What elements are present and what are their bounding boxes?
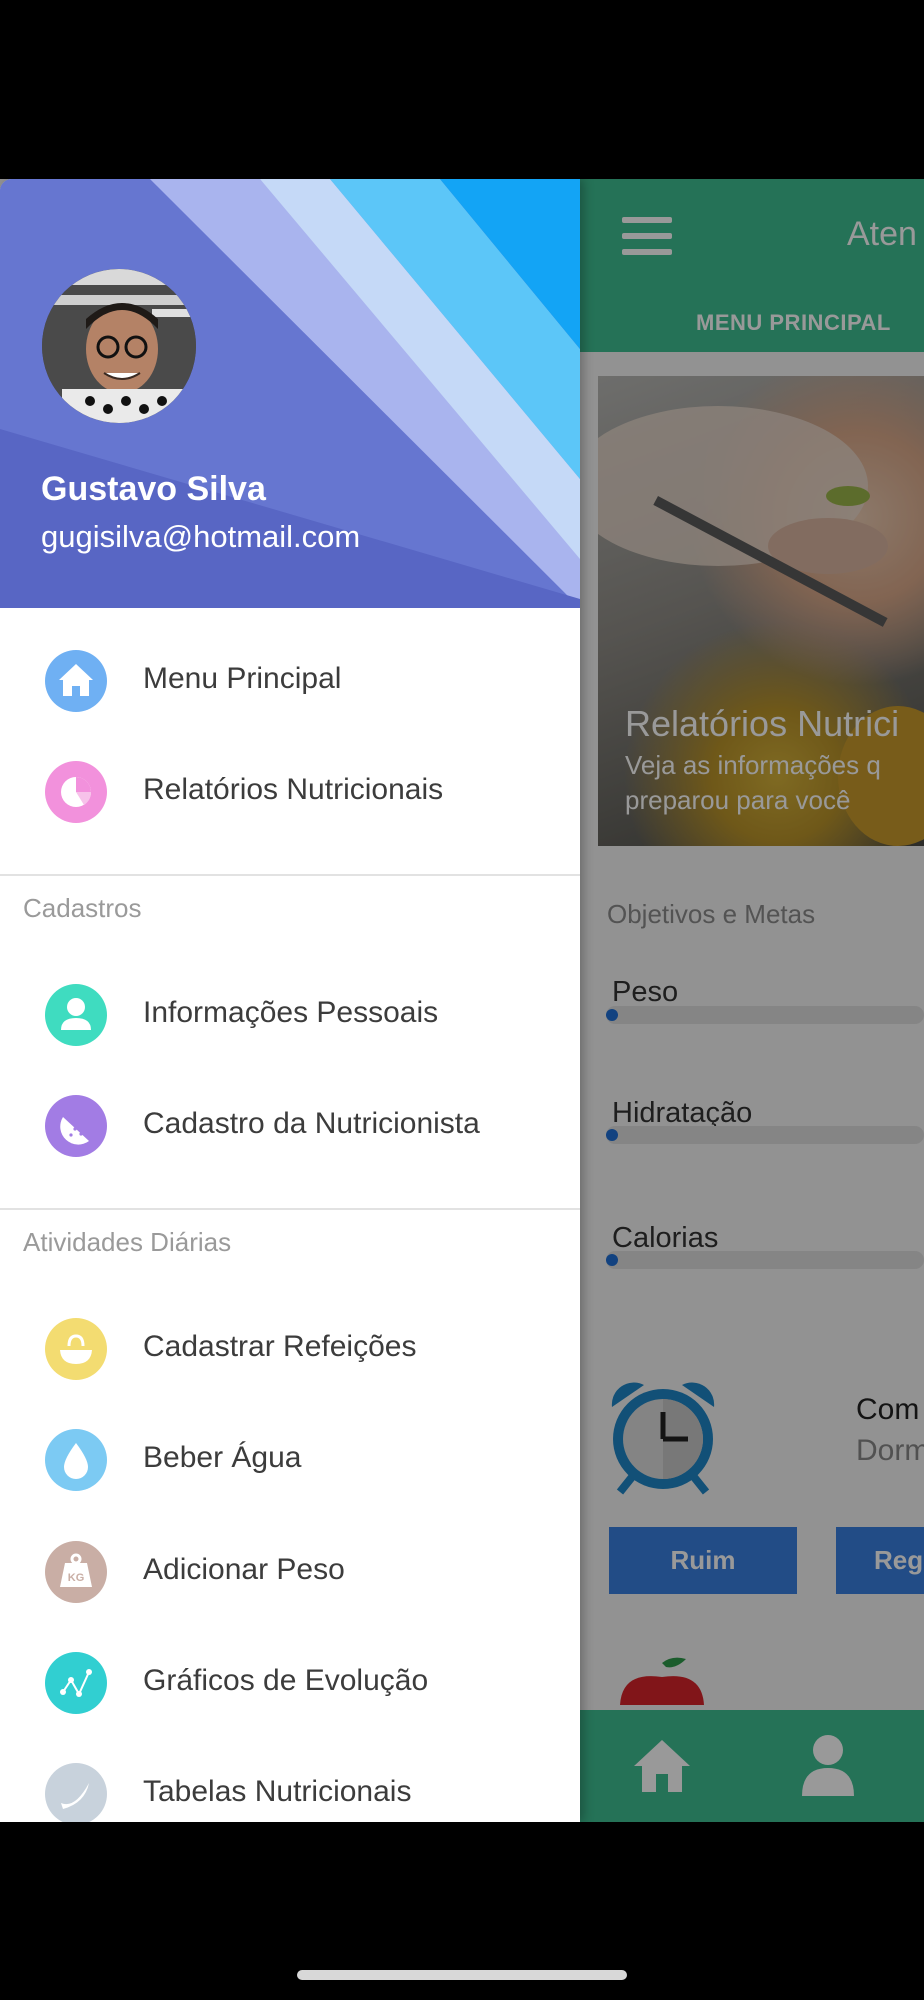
drawer-item-label: Tabelas Nutricionais	[143, 1775, 412, 1808]
section-header-atividades: Atividades Diárias	[23, 1227, 232, 1257]
app-screen: Aten MENU PRINCIPAL Relatórios Nutrici V…	[0, 179, 924, 1822]
home-icon	[45, 650, 107, 712]
drawer-item-graficos-evolucao[interactable]: Gráficos de Evolução	[0, 1638, 580, 1728]
drawer-item-label: Menu Principal	[143, 662, 342, 695]
svg-text:KG: KG	[68, 1572, 85, 1584]
section-header-cadastros: Cadastros	[23, 893, 142, 923]
avatar[interactable]	[42, 269, 196, 423]
drawer-item-label: Relatórios Nutricionais	[143, 773, 444, 806]
divider	[0, 874, 580, 876]
drawer-item-beber-agua[interactable]: Beber Água	[0, 1415, 580, 1505]
graph-nodes-icon	[45, 1652, 107, 1714]
drawer-item-relatorios[interactable]: Relatórios Nutricionais	[0, 747, 580, 837]
drawer-item-label: Cadastro da Nutricionista	[143, 1107, 480, 1140]
drawer-item-adicionar-peso[interactable]: KG Adicionar Peso	[0, 1527, 580, 1617]
drawer-item-label: Adicionar Peso	[143, 1553, 345, 1586]
watermelon-icon	[45, 1095, 107, 1157]
drawer-header: Gustavo Silva gugisilva@hotmail.com	[0, 179, 580, 608]
profile-name: Gustavo Silva	[41, 470, 266, 508]
profile-email: gugisilva@hotmail.com	[41, 519, 361, 554]
drawer-item-informacoes-pessoais[interactable]: Informações Pessoais	[0, 970, 580, 1060]
divider	[0, 1208, 580, 1210]
weight-kg-icon: KG	[45, 1541, 107, 1603]
drawer-item-label: Informações Pessoais	[143, 996, 439, 1029]
home-indicator[interactable]	[297, 1970, 627, 1980]
profile-photo-image	[42, 269, 196, 423]
drawer-item-label: Cadastrar Refeições	[143, 1330, 417, 1363]
bowl-icon	[45, 1318, 107, 1380]
drawer-item-cadastrar-refeicoes[interactable]: Cadastrar Refeições	[0, 1304, 580, 1394]
navigation-drawer: Gustavo Silva gugisilva@hotmail.com Menu…	[0, 179, 580, 1822]
drawer-item-menu-principal[interactable]: Menu Principal	[0, 636, 580, 726]
pie-chart-icon	[45, 761, 107, 823]
user-icon	[45, 984, 107, 1046]
drawer-item-label: Gráficos de Evolução	[143, 1664, 429, 1697]
water-drop-icon	[45, 1429, 107, 1491]
banana-icon	[45, 1763, 107, 1822]
drawer-item-tabelas-nutricionais[interactable]: Tabelas Nutricionais	[0, 1749, 580, 1822]
drawer-item-cadastro-nutricionista[interactable]: Cadastro da Nutricionista	[0, 1081, 580, 1171]
drawer-item-label: Beber Água	[143, 1441, 302, 1474]
